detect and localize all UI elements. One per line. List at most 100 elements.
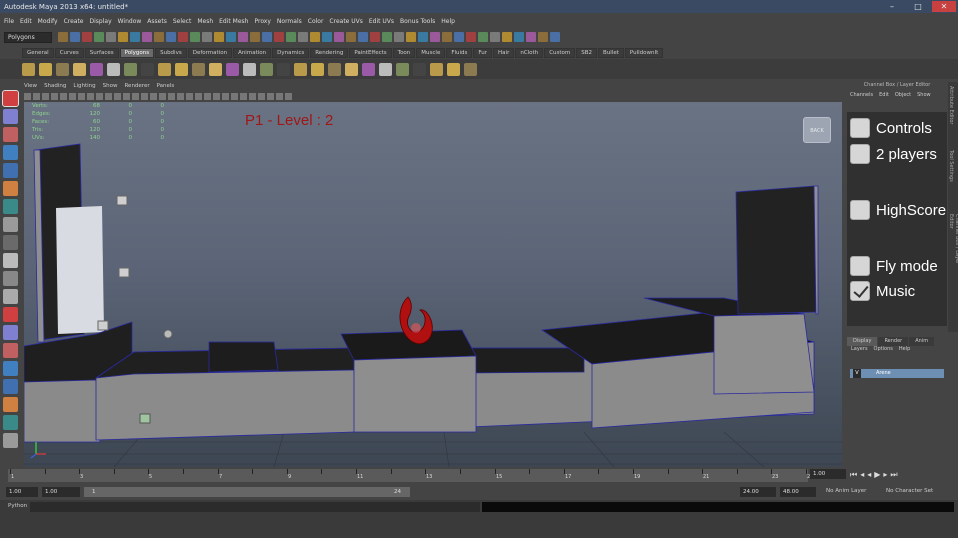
- layer-menu-help[interactable]: Help: [899, 346, 910, 355]
- toolbox-tool-icon[interactable]: [3, 217, 18, 232]
- menu-mesh[interactable]: Mesh: [197, 18, 213, 25]
- shelf-tab-muscle[interactable]: Muscle: [416, 48, 446, 58]
- channel-box-tab-channels[interactable]: Channels: [850, 92, 873, 102]
- viewport-menu-shading[interactable]: Shading: [44, 83, 66, 93]
- checkbox-unchecked[interactable]: [850, 200, 870, 220]
- shelf-tool-icon[interactable]: [311, 62, 324, 76]
- viewport-tool-icon[interactable]: [114, 93, 121, 100]
- close-button[interactable]: ✕: [932, 1, 956, 12]
- viewport-tool-icon[interactable]: [42, 93, 49, 100]
- toolbox-tool-icon[interactable]: [3, 325, 18, 340]
- shelf-tab-surfaces[interactable]: Surfaces: [84, 48, 119, 58]
- status-tool-icon[interactable]: [430, 32, 440, 42]
- shelf-tab-deformation[interactable]: Deformation: [187, 48, 233, 58]
- checkbox-unchecked[interactable]: [850, 256, 870, 276]
- viewport-tool-icon[interactable]: [258, 93, 265, 100]
- viewport-tool-icon[interactable]: [213, 93, 220, 100]
- shelf-tool-icon[interactable]: [413, 62, 426, 76]
- menu-window[interactable]: Window: [118, 18, 142, 25]
- shelf-tool-icon[interactable]: [22, 62, 35, 76]
- toolbox-tool-icon[interactable]: [3, 415, 18, 430]
- menu-create-uvs[interactable]: Create UVs: [329, 18, 362, 25]
- toolbox-tool-icon[interactable]: [3, 343, 18, 358]
- shelf-tab-general[interactable]: General: [22, 48, 54, 58]
- layer-tab-display[interactable]: Display: [847, 337, 878, 346]
- menu-assets[interactable]: Assets: [147, 18, 167, 25]
- status-tool-icon[interactable]: [262, 32, 272, 42]
- viewport-tool-icon[interactable]: [267, 93, 274, 100]
- shelf-tab-bullet[interactable]: Bullet: [598, 48, 624, 58]
- anim-start-field[interactable]: 1.00: [6, 487, 38, 497]
- side-tab[interactable]: Attribute Editor: [948, 86, 954, 146]
- shelf-tab-curves[interactable]: Curves: [54, 48, 84, 58]
- shelf-tab-sb2[interactable]: SB2: [576, 48, 598, 58]
- viewport-tool-icon[interactable]: [204, 93, 211, 100]
- checkbox-checked[interactable]: [850, 281, 870, 301]
- shelf-tab-subdivs[interactable]: Subdivs: [155, 48, 187, 58]
- shelf-tool-icon[interactable]: [447, 62, 460, 76]
- checkbox-unchecked[interactable]: [850, 144, 870, 164]
- viewport-tool-icon[interactable]: [276, 93, 283, 100]
- shelf-tool-icon[interactable]: [209, 62, 222, 76]
- option-fly-mode[interactable]: Fly mode: [850, 256, 938, 276]
- shelf-tool-icon[interactable]: [73, 62, 86, 76]
- shelf-tab-animation[interactable]: Animation: [233, 48, 272, 58]
- shelf-tab-polygons[interactable]: Polygons: [119, 48, 155, 58]
- shelf-tab-hair[interactable]: Hair: [493, 48, 515, 58]
- menu-normals[interactable]: Normals: [277, 18, 302, 25]
- viewport-tool-icon[interactable]: [141, 93, 148, 100]
- option-highscore[interactable]: HighScore: [850, 200, 946, 220]
- viewport-tool-icon[interactable]: [51, 93, 58, 100]
- menu-help[interactable]: Help: [441, 18, 455, 25]
- menu-select[interactable]: Select: [173, 18, 192, 25]
- maximize-button[interactable]: □: [906, 1, 930, 12]
- menu-edit[interactable]: Edit: [20, 18, 32, 25]
- menu-bonus-tools[interactable]: Bonus Tools: [400, 18, 435, 25]
- viewport-tool-icon[interactable]: [69, 93, 76, 100]
- viewport-tool-icon[interactable]: [150, 93, 157, 100]
- status-tool-icon[interactable]: [238, 32, 248, 42]
- playback-controls[interactable]: ⏮◂◂▶▸⏭: [850, 470, 901, 480]
- status-tool-icon[interactable]: [334, 32, 344, 42]
- viewport-tool-icon[interactable]: [249, 93, 256, 100]
- shelf-tool-icon[interactable]: [464, 62, 477, 76]
- shelf-tool-icon[interactable]: [430, 62, 443, 76]
- side-tab[interactable]: Channel Box / Layer Editor: [948, 214, 958, 274]
- shelf-tool-icon[interactable]: [175, 62, 188, 76]
- toolbox-tool-icon[interactable]: [3, 397, 18, 412]
- shelf-tab-fluids[interactable]: Fluids: [446, 48, 473, 58]
- status-tool-icon[interactable]: [298, 32, 308, 42]
- viewport-tool-icon[interactable]: [60, 93, 67, 100]
- anim-end-field[interactable]: 48.00: [780, 487, 816, 497]
- shelf-tool-icon[interactable]: [260, 62, 273, 76]
- viewport-tool-icon[interactable]: [222, 93, 229, 100]
- toolbox-tool-icon[interactable]: [3, 253, 18, 268]
- viewport-tool-icon[interactable]: [132, 93, 139, 100]
- shelf-tool-icon[interactable]: [90, 62, 103, 76]
- status-tool-icon[interactable]: [58, 32, 68, 42]
- shelf-tool-icon[interactable]: [294, 62, 307, 76]
- status-tool-icon[interactable]: [286, 32, 296, 42]
- status-tool-icon[interactable]: [502, 32, 512, 42]
- menu-edit-mesh[interactable]: Edit Mesh: [219, 18, 248, 25]
- command-input[interactable]: [30, 502, 480, 512]
- status-tool-icon[interactable]: [358, 32, 368, 42]
- status-tool-icon[interactable]: [418, 32, 428, 42]
- shelf-tab-ncloth[interactable]: nCloth: [515, 48, 544, 58]
- viewport-tool-icon[interactable]: [240, 93, 247, 100]
- shelf-tool-icon[interactable]: [107, 62, 120, 76]
- status-tool-icon[interactable]: [70, 32, 80, 42]
- shelf-tool-icon[interactable]: [277, 62, 290, 76]
- toolbox-tool-icon[interactable]: [3, 307, 18, 322]
- shelf-tool-icon[interactable]: [56, 62, 69, 76]
- viewport-menu-view[interactable]: View: [24, 83, 37, 93]
- status-tool-icon[interactable]: [370, 32, 380, 42]
- toolbox-tool-icon[interactable]: [3, 379, 18, 394]
- shelf-tool-icon[interactable]: [362, 62, 375, 76]
- status-tool-icon[interactable]: [118, 32, 128, 42]
- toolbox-tool-icon[interactable]: [3, 289, 18, 304]
- cmd-language-label[interactable]: Python: [8, 503, 27, 509]
- shelf-tool-icon[interactable]: [379, 62, 392, 76]
- shelf-tool-icon[interactable]: [141, 62, 154, 76]
- shelf-tool-icon[interactable]: [243, 62, 256, 76]
